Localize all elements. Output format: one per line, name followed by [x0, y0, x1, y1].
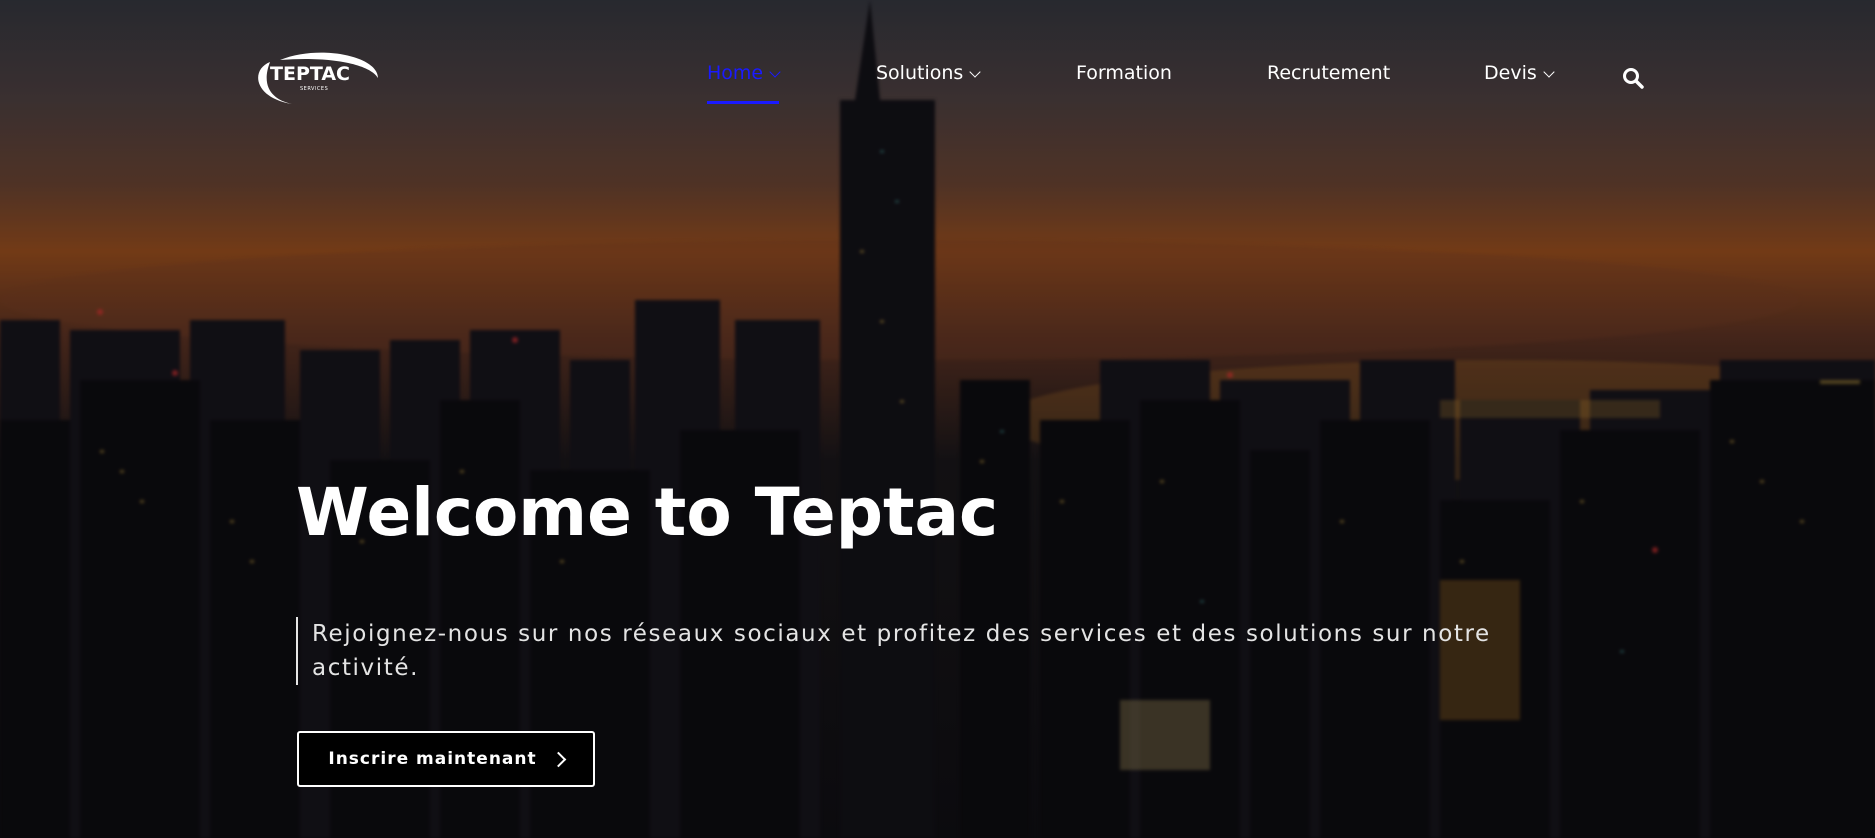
chevron-down-icon	[769, 66, 781, 78]
signup-now-button[interactable]: Inscrire maintenant	[297, 731, 595, 787]
nav-item-recrutement-label: Recrutement	[1267, 62, 1391, 84]
search-icon[interactable]	[1621, 66, 1645, 90]
nav-item-home-label: Home	[707, 62, 764, 84]
nav-item-devis[interactable]: Devis	[1484, 62, 1555, 104]
hero-tagline-block: Rejoignez-nous sur nos réseaux sociaux e…	[296, 617, 1572, 685]
main-navigation: Home Solutions Formation Recrutement Dev…	[0, 62, 1875, 107]
nav-item-recrutement[interactable]: Recrutement	[1267, 62, 1390, 104]
signup-now-button-label: Inscrire maintenant	[328, 749, 537, 769]
chevron-down-icon	[969, 66, 981, 78]
nav-item-formation-label: Formation	[1076, 62, 1172, 84]
chevron-down-icon	[1543, 66, 1555, 78]
nav-item-formation[interactable]: Formation	[1076, 62, 1172, 104]
hero-section: TEPTAC SERVICES Home Solutions Formation…	[0, 0, 1875, 838]
dark-overlay	[0, 0, 1875, 838]
nav-item-home[interactable]: Home	[707, 62, 781, 104]
nav-item-devis-label: Devis	[1484, 62, 1537, 84]
hero-title: Welcome to Teptac	[296, 474, 999, 551]
hero-tagline: Rejoignez-nous sur nos réseaux sociaux e…	[312, 621, 1491, 681]
nav-item-solutions[interactable]: Solutions	[876, 62, 981, 104]
nav-item-solutions-label: Solutions	[876, 62, 964, 84]
chevron-right-icon	[550, 751, 566, 767]
